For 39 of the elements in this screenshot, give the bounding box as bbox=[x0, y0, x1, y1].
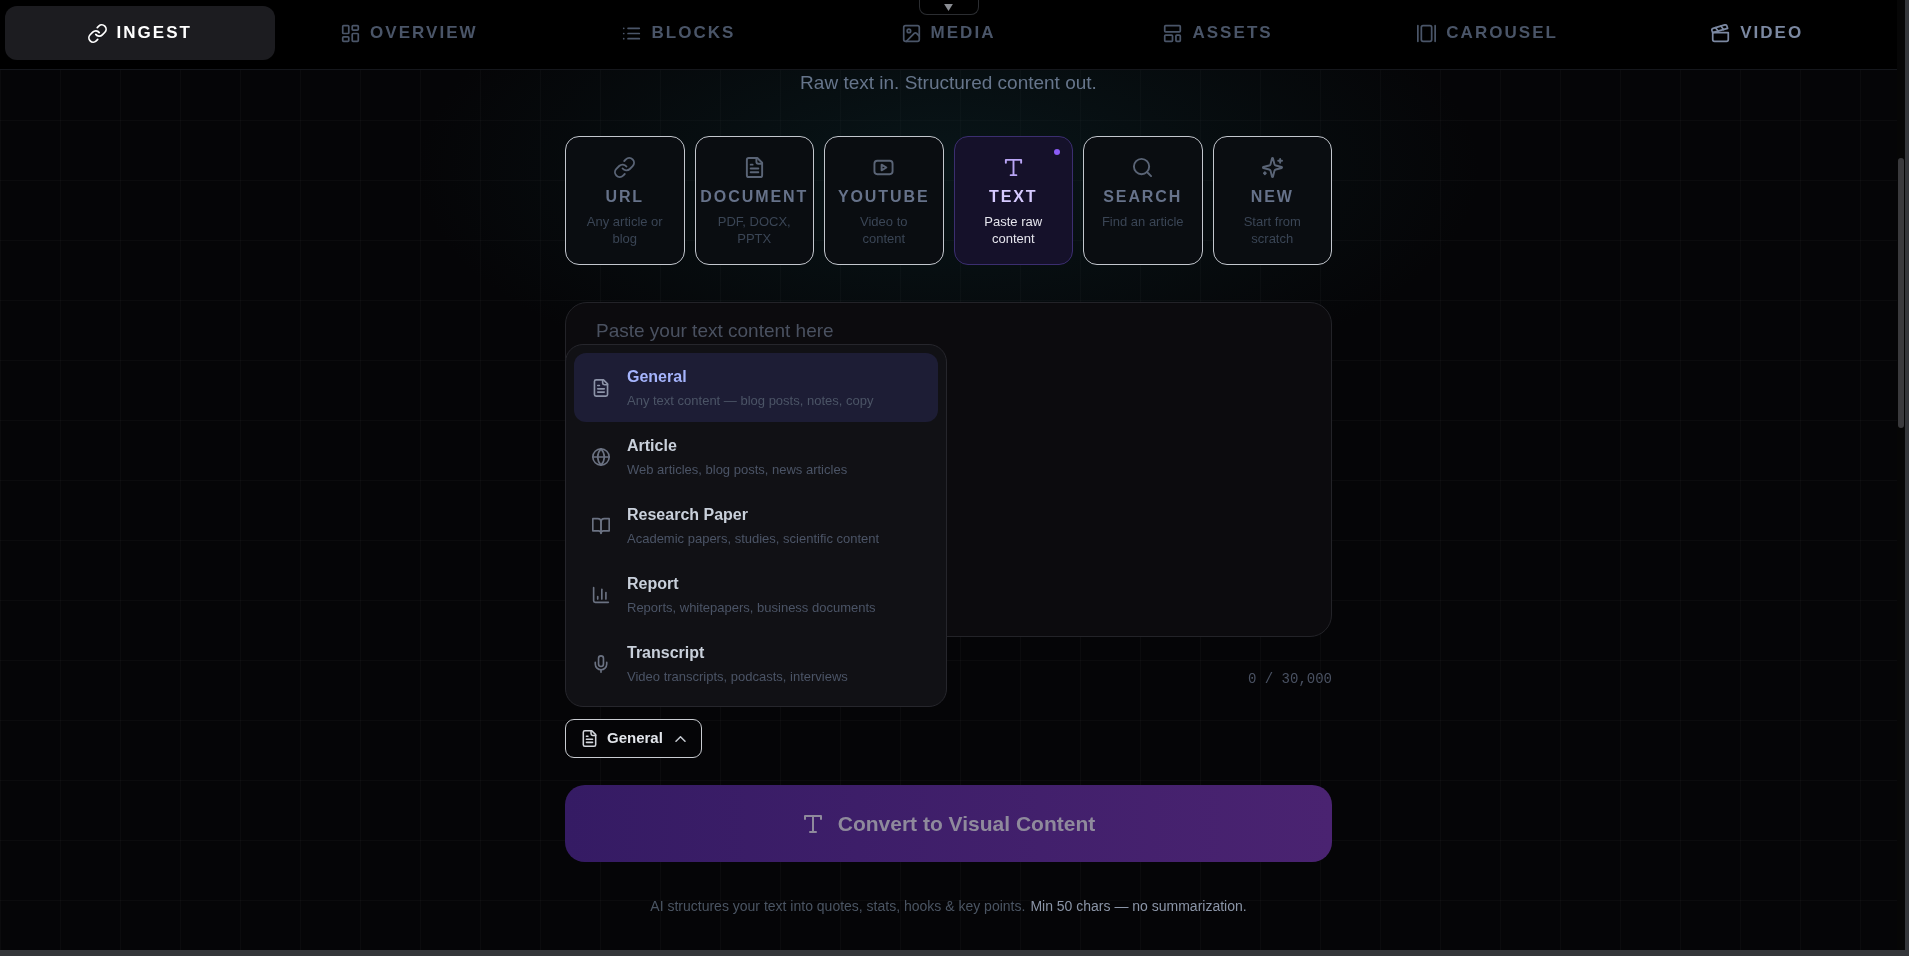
image-icon bbox=[901, 23, 921, 43]
source-card[interactable]: DOCUMENT PDF, DOCX, PPTX bbox=[694, 136, 814, 265]
source-card[interactable]: SEARCH Find an article bbox=[1083, 136, 1203, 265]
character-counter: 0 / 30,000 bbox=[1248, 670, 1332, 688]
link-icon bbox=[614, 157, 636, 178]
open-book-icon bbox=[592, 516, 610, 535]
nav-tab[interactable]: INGEST bbox=[5, 6, 275, 60]
nav-tab[interactable]: VIDEO bbox=[1622, 6, 1892, 60]
play-button-icon bbox=[873, 157, 895, 178]
source-card[interactable]: NEW Start from scratch bbox=[1212, 136, 1332, 265]
content-type-dropdown[interactable]: General bbox=[565, 719, 702, 758]
source-card[interactable]: URL Any article or blog bbox=[565, 136, 685, 265]
subtitle: Raw text in. Structured content out. bbox=[799, 72, 1098, 94]
document-icon bbox=[581, 730, 598, 747]
document-icon bbox=[592, 378, 610, 397]
menu-item[interactable]: Report Reports, whitepapers, business documents bbox=[574, 560, 938, 629]
text-type-icon bbox=[1002, 157, 1024, 178]
document-icon bbox=[743, 157, 765, 178]
scrollbar-thumb[interactable] bbox=[1898, 158, 1904, 428]
link-icon bbox=[87, 23, 107, 43]
menu-item[interactable]: Research Paper Academic papers, studies, scientific content bbox=[574, 491, 938, 560]
search-icon bbox=[1132, 157, 1154, 178]
footer-requirement: Min 50 chars — no summarization. bbox=[1030, 897, 1247, 916]
text-type-icon bbox=[801, 812, 824, 835]
footer-note: AI structures your text into quotes, stats, hooks & key points. bbox=[650, 897, 1026, 916]
collapse-toggle[interactable] bbox=[918, 0, 979, 15]
sparkles-icon bbox=[1261, 157, 1283, 178]
slides-icon bbox=[1417, 23, 1437, 43]
dashboard-icon bbox=[341, 23, 361, 43]
chevron-up-icon bbox=[674, 735, 686, 742]
layout-icon bbox=[1163, 23, 1183, 43]
menu-item[interactable]: Article Web articles, blog posts, news articles bbox=[574, 422, 938, 491]
source-card[interactable]: YOUTUBE Video to content bbox=[824, 136, 944, 265]
globe-icon bbox=[592, 447, 610, 466]
source-card[interactable]: TEXT Paste raw content bbox=[953, 136, 1073, 265]
clapperboard-icon bbox=[1711, 23, 1731, 43]
microphone-icon bbox=[592, 654, 610, 673]
caret-down-icon bbox=[944, 3, 953, 11]
bar-chart-icon bbox=[592, 585, 610, 604]
